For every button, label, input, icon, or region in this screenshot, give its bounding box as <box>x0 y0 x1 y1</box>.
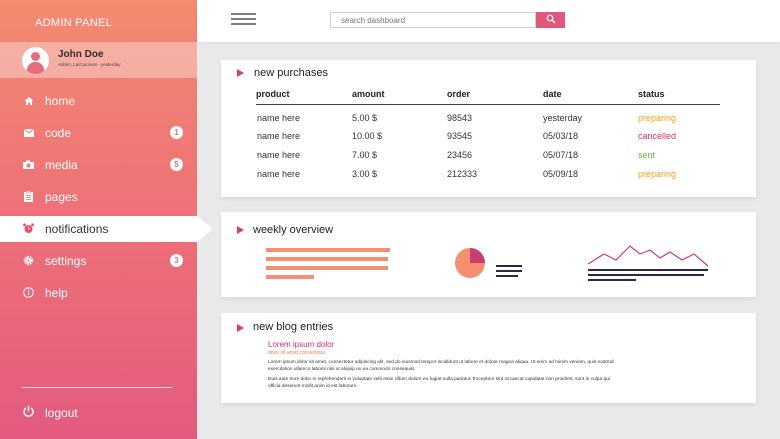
sidebar-item-label: settings <box>45 254 87 268</box>
cell-product: name here <box>257 131 301 141</box>
sidebar: ADMIN PANEL John Doe Admin, Last access … <box>0 0 197 439</box>
profile-subtitle: Admin, Last access - yesterday <box>58 62 121 67</box>
profile-name: John Doe <box>58 49 104 60</box>
sidebar-item-help[interactable]: help <box>0 280 197 306</box>
section-arrow-icon <box>237 69 244 77</box>
search-icon <box>546 11 556 29</box>
home-icon <box>22 94 35 107</box>
pie-widget <box>455 248 522 278</box>
blog-entry-title[interactable]: Lorem ipsum dolor <box>268 340 334 349</box>
section-arrow-icon <box>237 324 244 332</box>
cell-amount: 10.00 $ <box>352 131 383 141</box>
sidebar-item-settings[interactable]: settings 3 <box>0 248 197 274</box>
menu-icon[interactable] <box>231 13 256 27</box>
sidebar-item-label: media <box>45 158 78 172</box>
column-header-date: date <box>543 89 562 99</box>
power-icon <box>22 405 35 423</box>
cell-order: 212333 <box>447 169 478 179</box>
logout-label: logout <box>45 406 78 420</box>
status-badge: cancelled <box>638 131 677 141</box>
blog-title: new blog entries <box>253 321 334 333</box>
column-header-amount: amount <box>352 89 385 99</box>
column-header-order: order <box>447 89 471 99</box>
column-header-product: product <box>256 89 290 99</box>
cell-amount: 5.00 $ <box>352 113 378 123</box>
table-header-divider <box>256 104 720 105</box>
count-badge: 5 <box>170 158 183 171</box>
cell-order: 98543 <box>447 113 473 123</box>
sidebar-item-notifications[interactable]: notifications <box>0 216 197 242</box>
cell-order: 23456 <box>447 150 473 160</box>
sidebar-item-code[interactable]: code 1 <box>0 120 197 146</box>
blog-entry-subtitle: dolor sit amet consectetur <box>268 350 326 356</box>
cell-date: 05/03/18 <box>543 131 579 141</box>
logout-button[interactable]: logout <box>0 402 197 424</box>
count-badge: 1 <box>170 126 183 139</box>
cell-date: 05/09/18 <box>543 169 579 179</box>
brand-title: ADMIN PANEL <box>35 17 113 29</box>
sidebar-item-label: pages <box>45 190 78 204</box>
cell-amount: 3.00 $ <box>352 169 378 179</box>
section-arrow-icon <box>237 226 244 234</box>
purchases-title: new purchases <box>254 67 328 79</box>
status-badge: preparing <box>638 169 677 179</box>
cell-date: 05/07/18 <box>543 150 579 160</box>
clipboard-icon <box>22 190 35 203</box>
cell-amount: 7.00 $ <box>352 150 378 160</box>
sidebar-item-pages[interactable]: pages <box>0 184 197 210</box>
sidebar-item-label: notifications <box>45 222 109 236</box>
cell-date: yesterday <box>543 113 583 123</box>
cell-product: name here <box>257 113 301 123</box>
status-badge: sent <box>638 150 656 160</box>
info-icon <box>22 286 35 299</box>
envelope-icon <box>22 126 35 139</box>
count-badge: 3 <box>170 254 183 267</box>
search-button[interactable] <box>536 12 565 28</box>
sidebar-item-media[interactable]: media 5 <box>0 152 197 178</box>
cell-product: name here <box>257 169 301 179</box>
blog-paragraph: Duis aute irure dolor in reprehenderit i… <box>268 377 610 389</box>
profile-card[interactable]: John Doe Admin, Last access - yesterday <box>0 42 197 78</box>
sidebar-item-label: help <box>45 286 68 300</box>
topbar <box>197 0 780 42</box>
search-input[interactable] <box>330 12 536 28</box>
camera-icon <box>22 158 35 171</box>
alarm-icon <box>22 222 35 235</box>
line-widget <box>587 245 709 281</box>
sidebar-divider <box>22 387 172 388</box>
cell-order: 93545 <box>447 131 473 141</box>
column-header-status: status <box>638 89 665 99</box>
status-badge: preparing <box>638 113 677 123</box>
gear-icon <box>22 254 35 267</box>
overview-title: weekly overview <box>253 224 334 236</box>
avatar <box>22 47 49 74</box>
active-indicator <box>197 216 213 242</box>
blog-paragraph: Lorem ipsum dolor sit amet, consectetur … <box>268 360 614 372</box>
sidebar-item-label: code <box>45 126 72 140</box>
sidebar-item-home[interactable]: home <box>0 88 197 114</box>
sidebar-item-label: home <box>45 94 76 108</box>
cell-product: name here <box>257 150 301 160</box>
